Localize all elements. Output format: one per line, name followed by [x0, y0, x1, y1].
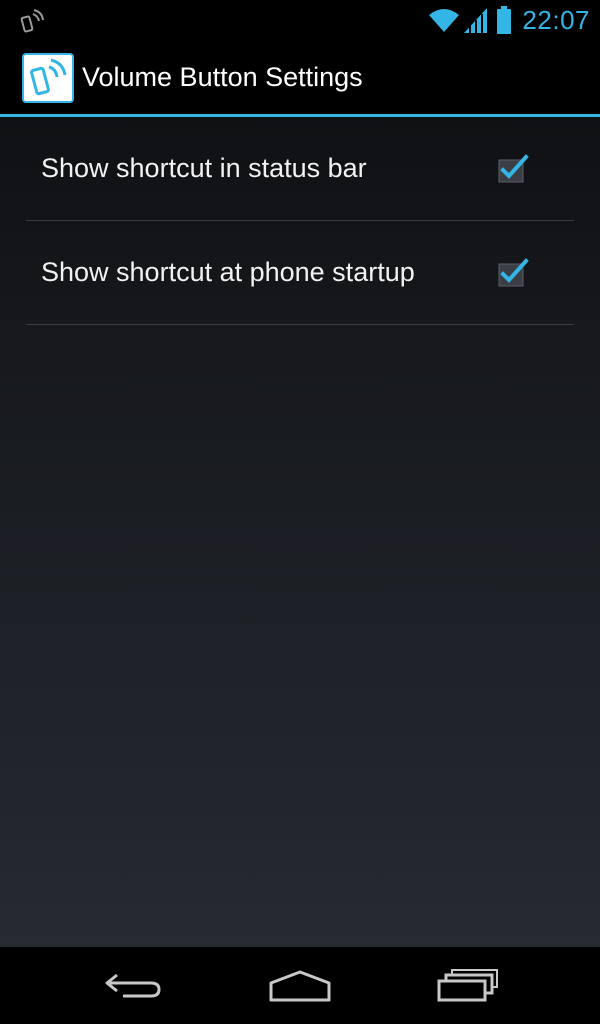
- wifi-icon: [429, 9, 460, 32]
- pref-row-startup[interactable]: Show shortcut at phone startup: [26, 221, 574, 325]
- back-icon: [105, 973, 161, 998]
- recent-apps-button[interactable]: [428, 961, 508, 1011]
- pref-label: Show shortcut in status bar: [41, 153, 367, 183]
- recent-apps-icon: [437, 969, 498, 1002]
- back-button[interactable]: [93, 961, 173, 1011]
- signal-icon: [464, 8, 488, 33]
- pref-row-status-bar[interactable]: Show shortcut in status bar: [26, 117, 574, 221]
- battery-icon: [497, 6, 512, 34]
- home-icon: [269, 970, 331, 1002]
- action-bar: Volume Button Settings: [0, 40, 600, 114]
- page-title: Volume Button Settings: [82, 62, 363, 92]
- checkbox-status-bar[interactable]: [496, 151, 530, 185]
- phone-waves-app-icon[interactable]: [22, 53, 74, 103]
- status-clock: 22:07: [522, 4, 590, 35]
- checkbox-startup[interactable]: [496, 255, 530, 289]
- home-button[interactable]: [260, 961, 340, 1011]
- status-bar: 22:07: [0, 0, 600, 40]
- status-icons: 22:07: [428, 4, 590, 36]
- pref-label: Show shortcut at phone startup: [41, 257, 415, 287]
- preferences-list: Show shortcut in status bar Show shortcu…: [0, 117, 600, 947]
- screen: 22:07 Volume Button Settings Show shortc…: [0, 0, 600, 1024]
- notification-phone-waves-icon: [20, 9, 44, 33]
- navigation-bar: [0, 947, 600, 1024]
